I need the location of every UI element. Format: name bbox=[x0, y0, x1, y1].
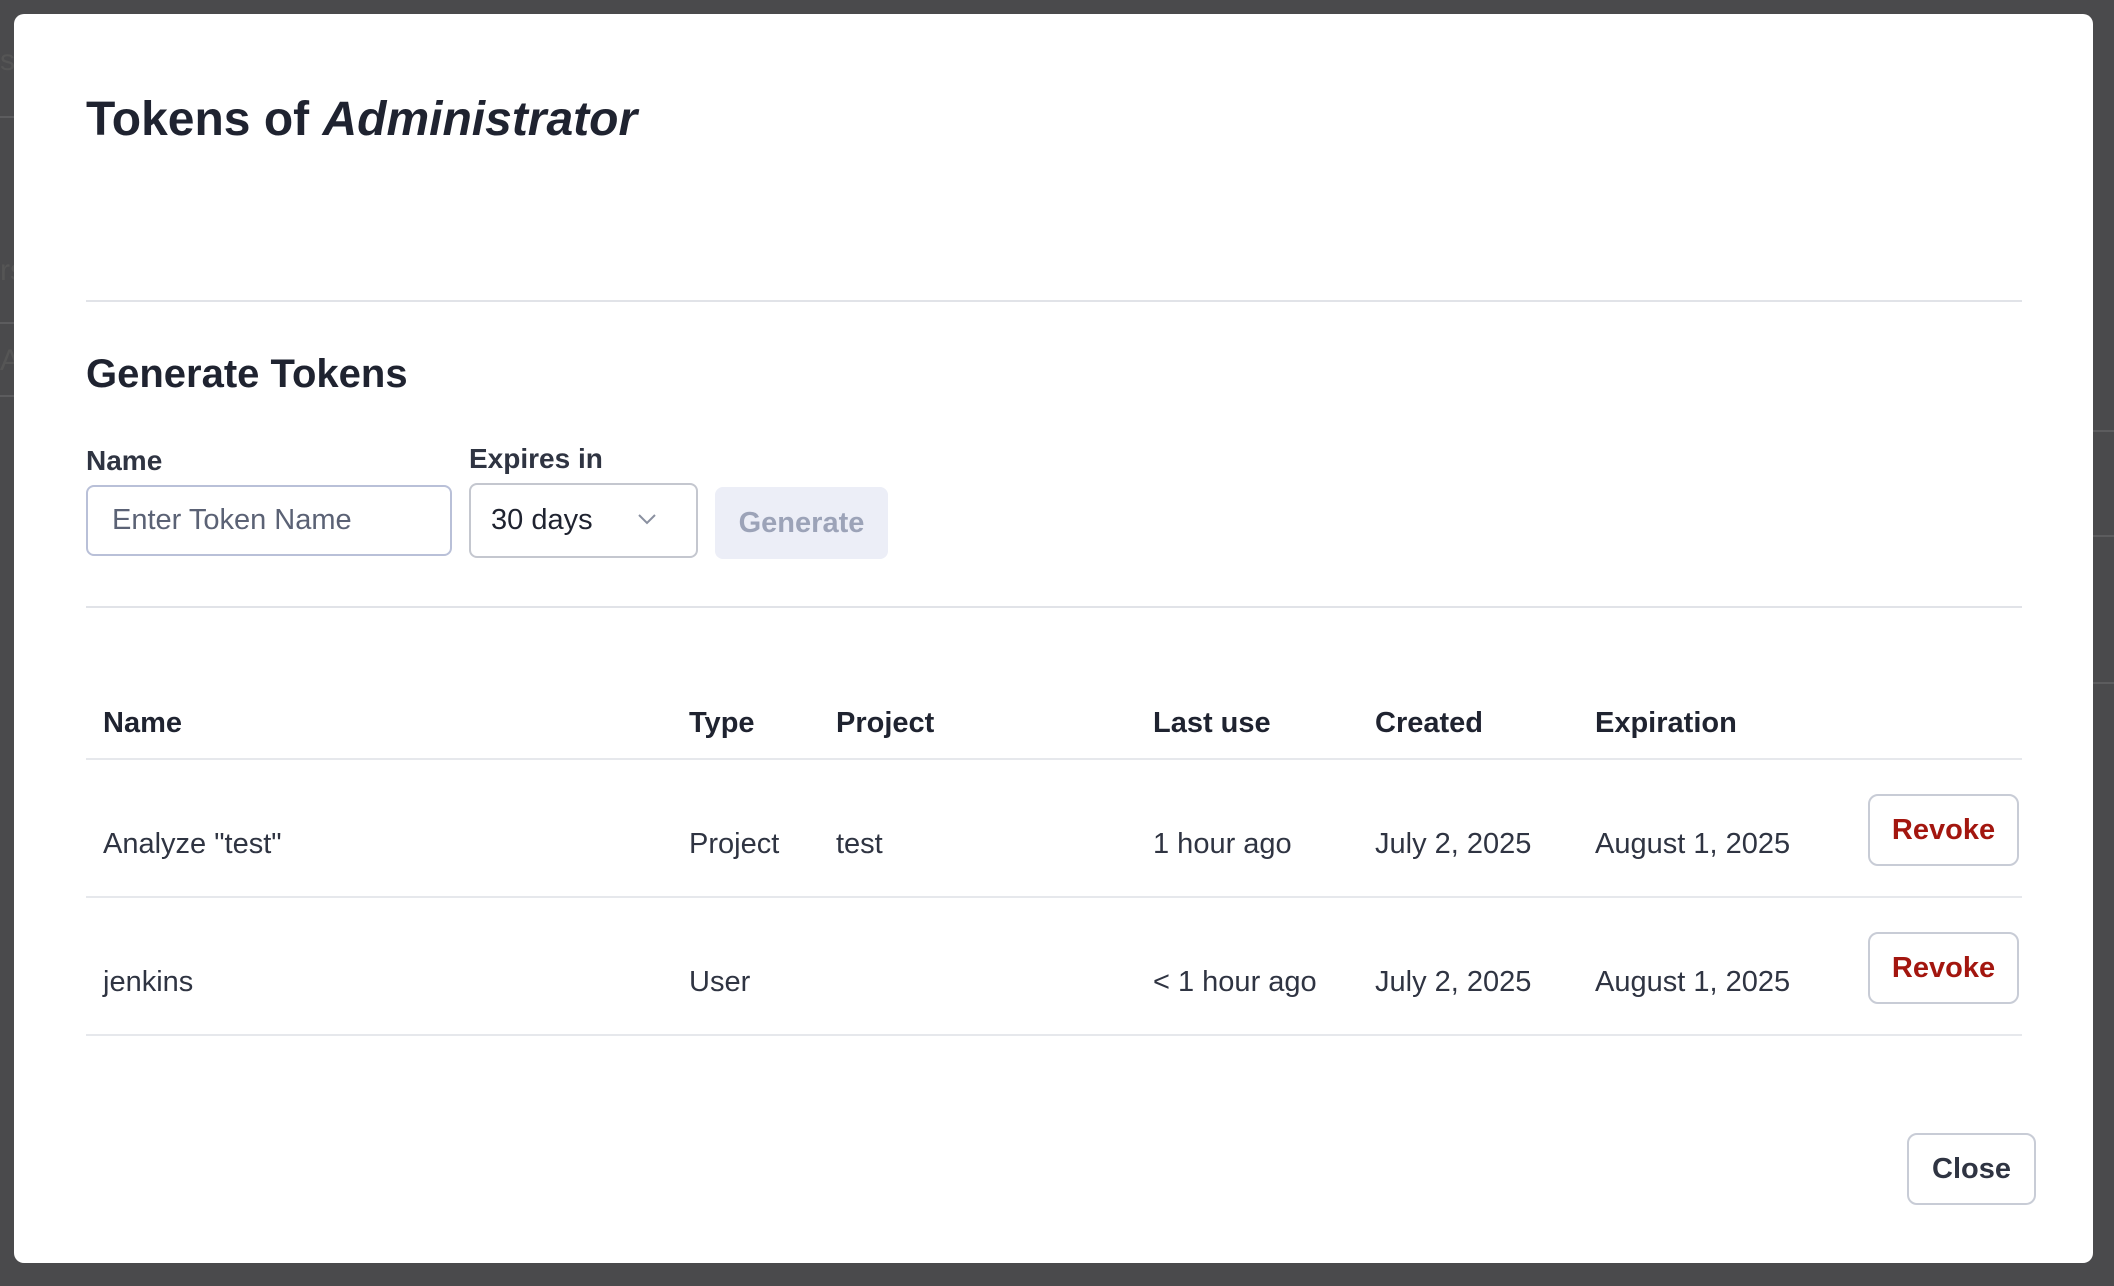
dialog-title-user: Administrator bbox=[322, 93, 638, 146]
column-header-project: Project bbox=[836, 707, 935, 739]
column-header-created: Created bbox=[1375, 707, 1483, 739]
tokens-dialog: Tokens of Administrator Generate Tokens … bbox=[14, 14, 2093, 1263]
background-divider bbox=[0, 322, 14, 324]
token-type-cell: Project bbox=[689, 828, 780, 860]
revoke-button[interactable]: Revoke bbox=[1868, 794, 2019, 866]
column-header-last-use: Last use bbox=[1153, 707, 1271, 739]
token-name-label: Name bbox=[86, 445, 163, 476]
token-type-cell: User bbox=[689, 966, 751, 998]
token-last-use-cell: 1 hour ago bbox=[1153, 828, 1292, 860]
column-header-expiration: Expiration bbox=[1595, 707, 1737, 739]
token-expiration-cell: August 1, 2025 bbox=[1595, 828, 1791, 860]
background-divider bbox=[0, 116, 14, 118]
token-name-cell: Analyze "test" bbox=[103, 828, 282, 860]
dialog-title-prefix: Tokens of bbox=[86, 93, 310, 146]
divider bbox=[86, 606, 2022, 608]
token-name-cell: jenkins bbox=[103, 966, 194, 998]
column-header-type: Type bbox=[689, 707, 755, 739]
close-button[interactable]: Close bbox=[1907, 1133, 2036, 1205]
revoke-button[interactable]: Revoke bbox=[1868, 932, 2019, 1004]
background-divider bbox=[2093, 430, 2114, 432]
token-name-input[interactable] bbox=[86, 485, 452, 556]
chevron-down-icon bbox=[638, 514, 656, 525]
column-header-name: Name bbox=[103, 707, 182, 739]
expires-in-value: 30 days bbox=[491, 504, 593, 536]
token-expiration-cell: August 1, 2025 bbox=[1595, 966, 1791, 998]
row-divider bbox=[86, 896, 2022, 898]
dialog-title: Tokens of Administrator bbox=[86, 92, 637, 147]
generate-tokens-heading: Generate Tokens bbox=[86, 352, 408, 396]
token-created-cell: July 2, 2025 bbox=[1375, 828, 1532, 860]
expires-in-label: Expires in bbox=[469, 443, 603, 474]
expires-in-select[interactable]: 30 days bbox=[469, 483, 698, 558]
row-divider bbox=[86, 758, 2022, 760]
background-divider bbox=[2093, 535, 2114, 537]
token-project-cell: test bbox=[836, 828, 883, 860]
row-divider bbox=[86, 1034, 2022, 1036]
divider bbox=[86, 300, 2022, 302]
background-divider bbox=[2093, 682, 2114, 684]
background-divider bbox=[0, 395, 14, 397]
generate-button[interactable]: Generate bbox=[715, 487, 888, 559]
background-text-fragment: s bbox=[0, 44, 15, 77]
token-created-cell: July 2, 2025 bbox=[1375, 966, 1532, 998]
token-last-use-cell: < 1 hour ago bbox=[1153, 966, 1317, 998]
